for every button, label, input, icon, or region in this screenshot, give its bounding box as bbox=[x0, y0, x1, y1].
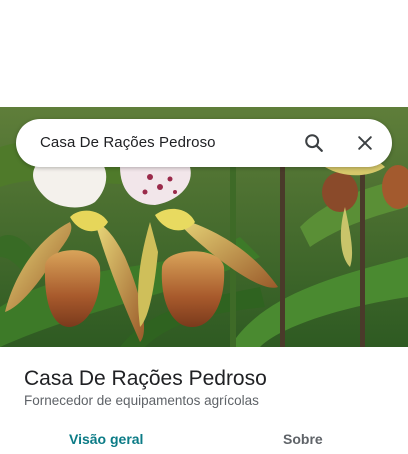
place-screen: Casa De Rações Pedroso Casa De Rações Pe… bbox=[0, 0, 408, 454]
search-input[interactable]: Casa De Rações Pedroso bbox=[40, 134, 216, 151]
search-icon[interactable] bbox=[302, 131, 326, 155]
search-bar[interactable]: Casa De Rações Pedroso bbox=[16, 119, 392, 167]
place-title: Casa De Rações Pedroso bbox=[24, 367, 267, 390]
place-info-panel: Casa De Rações Pedroso Fornecedor de equ… bbox=[0, 347, 408, 454]
tab-about[interactable]: Sobre bbox=[283, 431, 323, 454]
close-icon[interactable] bbox=[353, 131, 377, 155]
place-tabs: Visão geral Sobre bbox=[0, 431, 408, 454]
tab-overview[interactable]: Visão geral bbox=[69, 431, 143, 454]
place-category: Fornecedor de equipamentos agrícolas bbox=[24, 393, 259, 408]
